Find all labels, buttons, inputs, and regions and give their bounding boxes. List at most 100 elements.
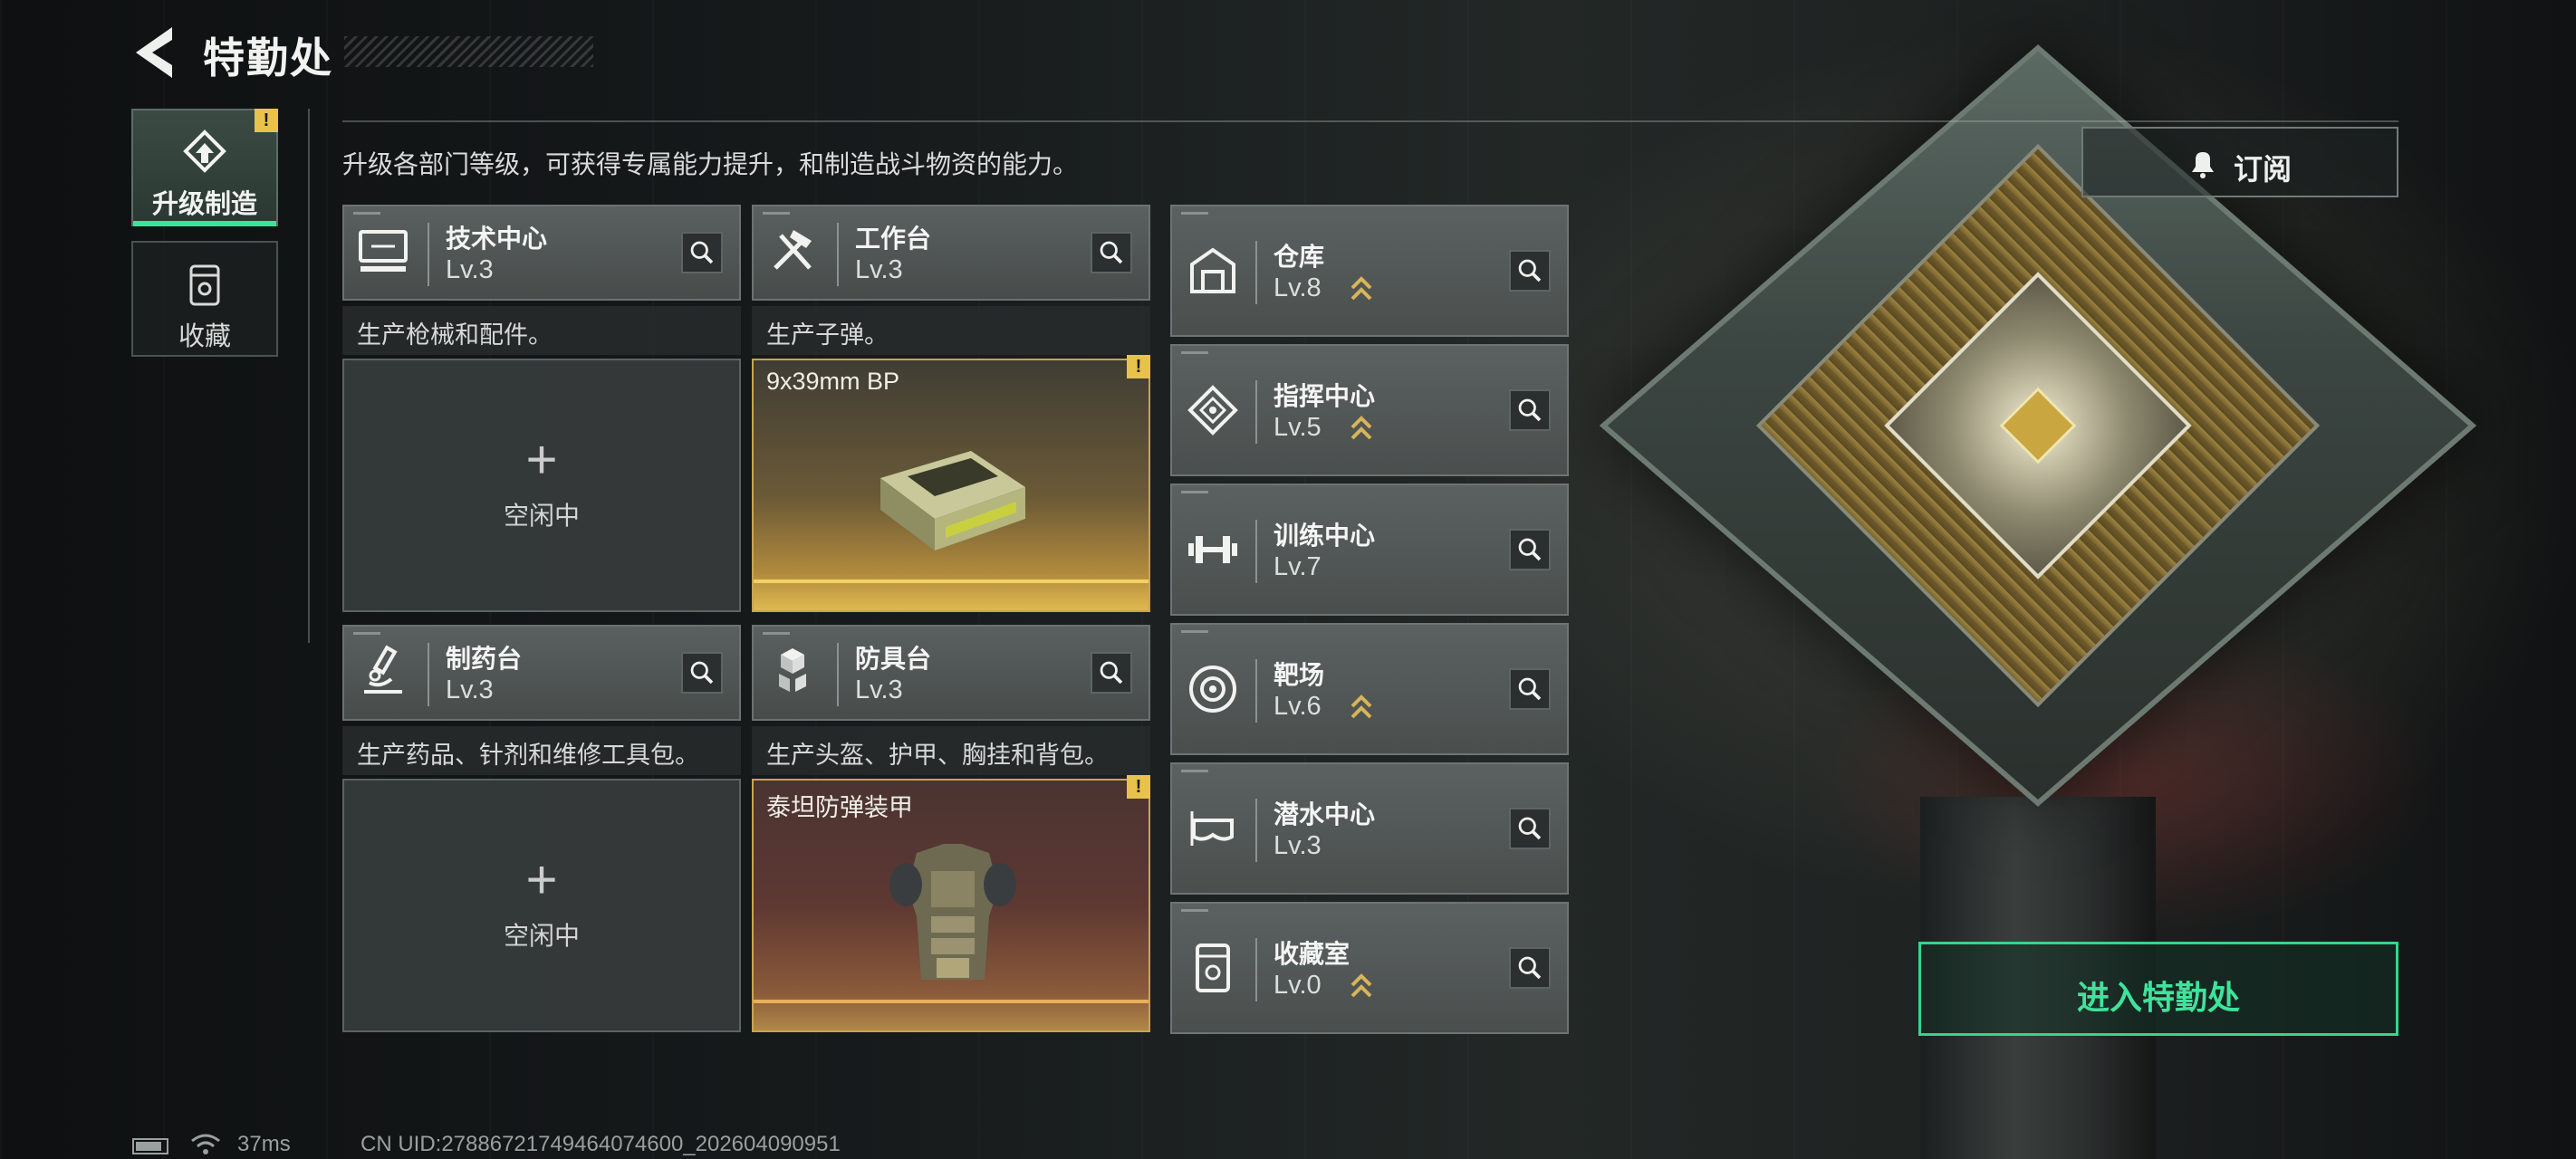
- divider-vertical: [308, 109, 310, 643]
- ammo-box-image: [880, 451, 1025, 551]
- search-icon: [1518, 956, 1542, 980]
- alert-badge: !: [255, 109, 278, 132]
- slot-status: 空闲中: [503, 502, 580, 530]
- facility-description: 生产药品、针剂和维修工具包。: [342, 726, 741, 775]
- corner-tick: [1181, 351, 1208, 354]
- enter-special-ops-button[interactable]: 进入特勤处: [1918, 942, 2398, 1036]
- department-level: Lv.3: [1274, 831, 1322, 860]
- search-icon: [690, 241, 714, 264]
- department-name: 收藏室: [1274, 940, 1350, 968]
- bell-icon: [2192, 152, 2214, 178]
- plus-icon: +: [525, 849, 558, 910]
- page-description: 升级各部门等级，可获得专属能力提升，和制造战斗物资的能力。: [342, 150, 1079, 178]
- subscribe-button[interactable]: 订阅: [2081, 127, 2398, 197]
- tab-upgrade-craft[interactable]: 升级制造 !: [131, 109, 278, 226]
- production-slot-active[interactable]: 9x39mm BP !: [752, 355, 1150, 612]
- corner-tick: [1181, 909, 1208, 912]
- slot-status: 空闲中: [503, 922, 580, 950]
- department-training-center[interactable]: 训练中心 Lv.7: [1170, 484, 1569, 616]
- tab-collection[interactable]: 收藏: [131, 241, 278, 357]
- monitor-icon: [359, 230, 408, 272]
- department-shooting-range[interactable]: 靶场 Lv.6: [1170, 623, 1569, 755]
- back-arrow-icon[interactable]: [132, 25, 178, 80]
- search-button[interactable]: [681, 232, 723, 273]
- department-level: Lv.0: [1274, 971, 1322, 1000]
- wifi-icon: [191, 1134, 220, 1154]
- tab-collection-label: 收藏: [178, 322, 231, 351]
- facility-description: 生产头盔、护甲、胸挂和背包。: [752, 726, 1150, 775]
- search-button[interactable]: [1509, 250, 1551, 292]
- dumbbell-icon: [1188, 536, 1237, 563]
- search-icon: [1100, 241, 1123, 264]
- production-slot-empty[interactable]: + 空闲中: [342, 779, 741, 1032]
- search-button[interactable]: [1091, 232, 1132, 273]
- search-button[interactable]: [1509, 529, 1551, 570]
- warehouse-icon: [1190, 247, 1235, 293]
- search-button[interactable]: [1509, 947, 1551, 989]
- upgrade-arrow-icon: [1350, 694, 1372, 719]
- search-button[interactable]: [1509, 668, 1551, 710]
- search-icon: [1518, 677, 1542, 701]
- facility-description: 生产子弹。: [752, 306, 1150, 355]
- corner-tick: [1181, 212, 1208, 215]
- department-level: Lv.5: [1274, 413, 1322, 442]
- facility-level: Lv.3: [446, 675, 494, 704]
- tools-icon: [774, 230, 812, 270]
- facility-header[interactable]: 工作台 Lv.3: [752, 205, 1150, 301]
- corner-tick: [1181, 491, 1208, 493]
- corner-tick: [1181, 770, 1208, 772]
- department-diving-center[interactable]: 潜水中心 Lv.3: [1170, 762, 1569, 895]
- search-button[interactable]: [1509, 808, 1551, 849]
- collection-room-icon: [1196, 943, 1230, 992]
- active-tab-indicator: [133, 221, 276, 226]
- search-button[interactable]: [1509, 389, 1551, 431]
- department-name: 潜水中心: [1274, 800, 1376, 829]
- upgrade-arrow-icon: [1350, 973, 1372, 998]
- corner-tick: [353, 632, 380, 635]
- production-slot-empty[interactable]: + 空闲中: [342, 359, 741, 612]
- search-icon: [1518, 538, 1542, 561]
- facility-description: 生产枪械和配件。: [342, 306, 741, 355]
- department-level: Lv.8: [1274, 273, 1322, 302]
- header-separator: [428, 223, 429, 286]
- facility-level: Lv.3: [855, 255, 903, 284]
- facility-level: Lv.3: [446, 255, 494, 284]
- facility-name: 制药台: [446, 645, 523, 673]
- row-separator: [1255, 520, 1257, 583]
- department-name: 仓库: [1274, 243, 1325, 271]
- department-collection-room[interactable]: 收藏室 Lv.0: [1170, 902, 1569, 1034]
- upgrade-icon: [183, 129, 226, 173]
- department-warehouse[interactable]: 仓库 Lv.8: [1170, 205, 1569, 337]
- facility-level: Lv.3: [855, 675, 903, 704]
- corner-tick: [763, 212, 790, 215]
- department-command-center[interactable]: 指挥中心 Lv.5: [1170, 344, 1569, 476]
- slot-item-name: 泰坦防弹装甲: [766, 794, 913, 821]
- corner-tick: [353, 212, 380, 215]
- corner-tick: [1181, 630, 1208, 633]
- enter-button-label: 进入特勤处: [2076, 979, 2240, 1016]
- facility-header[interactable]: 技术中心 Lv.3: [342, 205, 741, 301]
- corner-tick: [763, 632, 790, 635]
- tab-upgrade-craft-label: 升级制造: [151, 190, 257, 219]
- search-button[interactable]: [1091, 652, 1132, 694]
- search-icon: [1100, 661, 1123, 685]
- production-slot-active[interactable]: 泰坦防弹装甲 !: [752, 775, 1150, 1032]
- upgrade-arrow-icon: [1350, 276, 1372, 301]
- search-button[interactable]: [681, 652, 723, 694]
- body-armor-image: [889, 844, 1016, 980]
- plus-icon: +: [525, 429, 558, 490]
- search-icon: [1518, 259, 1542, 283]
- page-title: 特勤处: [203, 34, 333, 81]
- target-icon: [1189, 666, 1236, 713]
- row-separator: [1255, 799, 1257, 862]
- battery-icon: [132, 1138, 168, 1154]
- facility-header[interactable]: 制药台 Lv.3: [342, 625, 741, 721]
- department-name: 训练中心: [1274, 522, 1376, 550]
- row-separator: [1255, 380, 1257, 444]
- user-uid: CN UID:2788672174946407460​0_20260409095…: [360, 1132, 841, 1156]
- microscope-icon: [364, 645, 402, 694]
- department-name: 靶场: [1274, 661, 1325, 689]
- facility-name: 防具台: [855, 645, 932, 673]
- alert-badge: !: [1127, 355, 1150, 378]
- facility-header[interactable]: 防具台 Lv.3: [752, 625, 1150, 721]
